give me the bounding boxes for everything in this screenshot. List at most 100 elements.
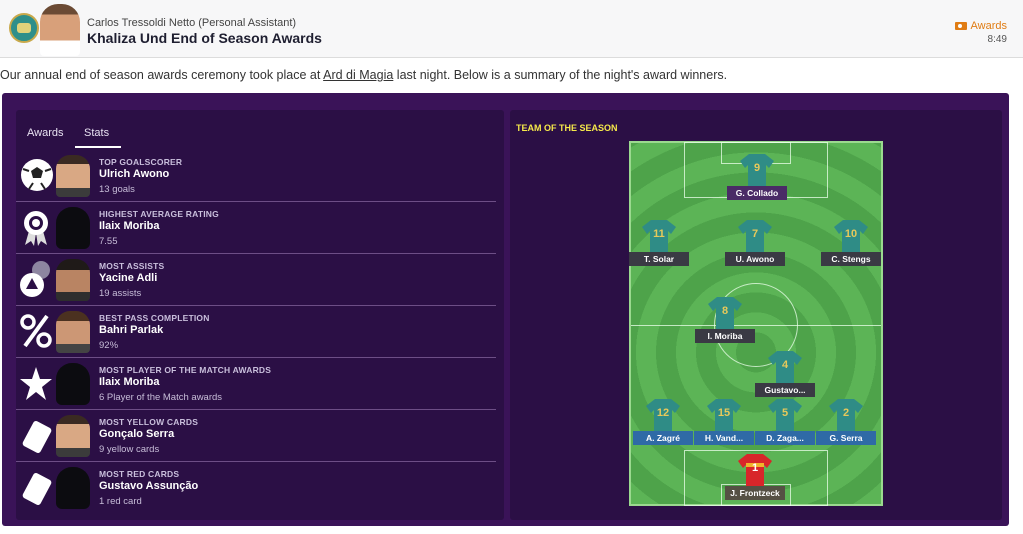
message-subject: Khaliza Und End of Season Awards: [87, 30, 322, 46]
player-token[interactable]: 4 Gustavo...: [755, 350, 815, 404]
award-category: BEST PASS COMPLETION: [99, 313, 210, 323]
player-token[interactable]: 9 G. Collado: [727, 153, 787, 207]
player-name-plate[interactable]: J. Frontzeck: [725, 486, 785, 500]
team-of-season-card: TEAM OF THE SEASON 9 G. Collado 11 T. So…: [510, 110, 1002, 520]
shirt-icon: 15: [706, 398, 742, 432]
award-player-name[interactable]: Bahri Parlak: [99, 324, 163, 336]
player-name-plate[interactable]: U. Awono: [725, 252, 785, 266]
shirt-icon: 5: [767, 398, 803, 432]
shirt-icon: 8: [707, 296, 743, 330]
shirt-number: 7: [751, 228, 759, 240]
award-player-name[interactable]: Ulrich Awono: [99, 168, 169, 180]
player-name-plate[interactable]: I. Moriba: [695, 329, 755, 343]
player-portrait[interactable]: [56, 467, 90, 509]
player-name-plate[interactable]: Gustavo...: [755, 383, 815, 397]
stadium-link[interactable]: Ard di Magia: [323, 68, 393, 82]
shirt-icon: 12: [645, 398, 681, 432]
player-token[interactable]: 8 I. Moriba: [695, 296, 755, 350]
player-token[interactable]: 2 G. Serra: [816, 398, 876, 452]
awards-tag[interactable]: Awards: [954, 20, 1007, 32]
shirt-number: 5: [781, 407, 789, 419]
player-name-plate[interactable]: G. Collado: [727, 186, 787, 200]
award-row[interactable]: TOP GOALSCORER Ulrich Awono 13 goals: [16, 151, 496, 202]
award-row[interactable]: MOST PLAYER OF THE MATCH AWARDS Ilaix Mo…: [16, 359, 496, 410]
intro-after: last night. Below is a summary of the ni…: [393, 68, 728, 82]
award-category: MOST PLAYER OF THE MATCH AWARDS: [99, 365, 272, 375]
active-tab-indicator: [75, 146, 121, 148]
player-portrait[interactable]: [56, 311, 90, 353]
award-row[interactable]: MOST ASSISTS Yacine Adli 19 assists: [16, 255, 496, 306]
shirt-icon: 2: [828, 398, 864, 432]
award-value: 7.55: [99, 236, 118, 247]
tag-icon: [954, 22, 967, 30]
shirt-icon: 11: [641, 219, 677, 253]
shirt-number: 12: [656, 407, 670, 419]
award-row[interactable]: MOST YELLOW CARDS Gonçalo Serra 9 yellow…: [16, 411, 496, 462]
award-tabs: Awards Stats: [16, 124, 504, 150]
player-name-plate[interactable]: T. Solar: [629, 252, 689, 266]
award-player-name[interactable]: Yacine Adli: [99, 272, 157, 284]
yellow-card-icon: [19, 415, 53, 455]
awards-card: Awards Stats TOP GOALSCORER Ulrich Awono…: [16, 110, 504, 520]
player-token[interactable]: 11 T. Solar: [629, 219, 689, 273]
player-name-plate[interactable]: A. Zagré: [633, 431, 693, 445]
goalkeeper-shirt-icon: 1: [737, 453, 773, 487]
player-token[interactable]: 5 D. Zaga...: [755, 398, 815, 452]
award-category: HIGHEST AVERAGE RATING: [99, 209, 219, 219]
message-header: Carlos Tressoldi Netto (Personal Assista…: [0, 0, 1023, 58]
pitch: 9 G. Collado 11 T. Solar 7 U. Awono 10 C…: [629, 141, 883, 506]
shirt-icon: 9: [739, 153, 775, 187]
club-badge-icon: [9, 13, 39, 43]
tag-label: Awards: [970, 20, 1007, 32]
player-portrait[interactable]: [56, 259, 90, 301]
award-category: MOST RED CARDS: [99, 469, 180, 479]
shirt-number: 9: [753, 162, 761, 174]
award-row[interactable]: BEST PASS COMPLETION Bahri Parlak 92%: [16, 307, 496, 358]
player-portrait[interactable]: [56, 155, 90, 197]
award-player-name[interactable]: Ilaix Moriba: [99, 376, 160, 388]
award-player-name[interactable]: Gonçalo Serra: [99, 428, 174, 440]
awards-panel: Awards Stats TOP GOALSCORER Ulrich Awono…: [2, 93, 1009, 526]
award-row[interactable]: MOST RED CARDS Gustavo Assunção 1 red ca…: [16, 463, 496, 514]
sender-name[interactable]: Carlos Tressoldi Netto (Personal Assista…: [87, 17, 296, 29]
player-name-plate[interactable]: D. Zaga...: [755, 431, 815, 445]
award-row[interactable]: HIGHEST AVERAGE RATING Ilaix Moriba 7.55: [16, 203, 496, 254]
star-icon: [19, 363, 53, 403]
red-card-icon: [19, 467, 53, 507]
award-player-name[interactable]: Gustavo Assunção: [99, 480, 198, 492]
shirt-number: 11: [653, 228, 665, 240]
assist-icon: [19, 259, 53, 299]
award-category: TOP GOALSCORER: [99, 157, 183, 167]
player-token[interactable]: 10 C. Stengs: [821, 219, 881, 273]
shirt-number: 1: [751, 462, 759, 474]
assistant-avatar[interactable]: [40, 4, 80, 56]
shirt-icon: 4: [767, 350, 803, 384]
player-token[interactable]: 15 H. Vand...: [694, 398, 754, 452]
tab-stats[interactable]: Stats: [84, 127, 109, 139]
player-name-plate[interactable]: G. Serra: [816, 431, 876, 445]
award-category: MOST YELLOW CARDS: [99, 417, 199, 427]
shirt-icon: 7: [737, 219, 773, 253]
award-player-name[interactable]: Ilaix Moriba: [99, 220, 160, 232]
player-token[interactable]: 12 A. Zagré: [633, 398, 693, 452]
player-name-plate[interactable]: C. Stengs: [821, 252, 881, 266]
shirt-number: 10: [844, 228, 858, 240]
player-name-plate[interactable]: H. Vand...: [694, 431, 754, 445]
award-value: 6 Player of the Match awards: [99, 392, 223, 403]
award-value: 92%: [99, 340, 119, 351]
percent-icon: [19, 311, 53, 351]
player-token[interactable]: 1 J. Frontzeck: [725, 453, 785, 507]
intro-before: Our annual end of season awards ceremony…: [0, 68, 324, 82]
football-icon: [19, 155, 53, 195]
player-token[interactable]: 7 U. Awono: [725, 219, 785, 273]
player-portrait[interactable]: [56, 415, 90, 457]
rosette-icon: [19, 207, 53, 247]
award-value: 9 yellow cards: [99, 444, 160, 455]
shirt-number: 8: [721, 305, 729, 317]
player-portrait[interactable]: [56, 207, 90, 249]
shirt-icon: 10: [833, 219, 869, 253]
tab-awards[interactable]: Awards: [27, 127, 63, 139]
award-category: MOST ASSISTS: [99, 261, 165, 271]
player-portrait[interactable]: [56, 363, 90, 405]
team-of-season-title: TEAM OF THE SEASON: [516, 123, 618, 133]
